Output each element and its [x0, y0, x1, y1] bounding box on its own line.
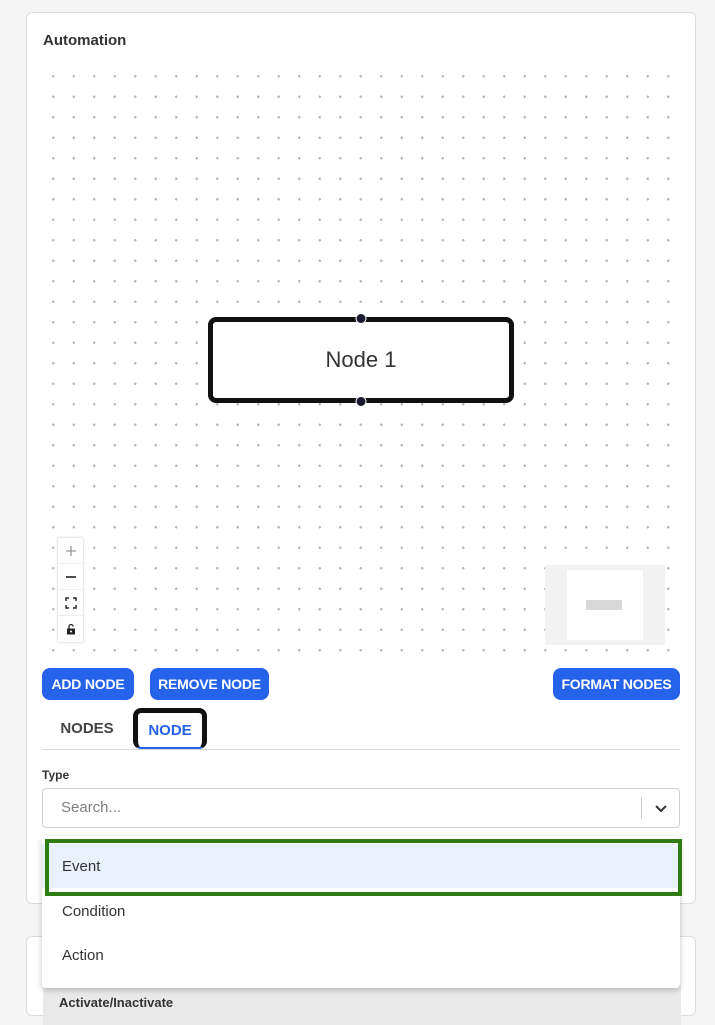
add-node-button[interactable]: ADD NODE [42, 668, 134, 700]
tab-nodes[interactable]: NODES [42, 708, 132, 749]
activation-label: Activate/Inactivate [59, 995, 174, 1010]
tab-node[interactable]: NODE [133, 708, 207, 749]
select-separator [641, 797, 642, 819]
option-event[interactable]: Event [42, 844, 680, 888]
zoom-out-button[interactable] [58, 564, 83, 590]
automation-card: Automation [26, 12, 696, 904]
flow-node[interactable]: Node 1 [208, 313, 514, 407]
fit-view-button[interactable] [58, 590, 83, 616]
node-handle-bottom[interactable] [355, 396, 367, 407]
plus-icon [65, 545, 76, 556]
type-search-placeholder[interactable]: Search... [61, 799, 121, 816]
interactivity-button[interactable] [58, 616, 83, 642]
minimap-node [586, 600, 622, 610]
chevron-down-icon[interactable] [653, 800, 669, 816]
lock-open-icon [66, 623, 75, 635]
type-dropdown-menu: Event Condition Action [42, 836, 680, 988]
card-title: Automation [43, 32, 127, 49]
minus-icon [65, 575, 76, 578]
node-handle-top[interactable] [355, 313, 367, 324]
node-label: Node 1 [325, 347, 397, 372]
zoom-in-button[interactable] [58, 538, 83, 564]
type-select[interactable]: Search... [42, 788, 680, 828]
option-action[interactable]: Action [42, 933, 680, 977]
minimap[interactable] [545, 565, 665, 645]
fit-view-icon [64, 596, 77, 609]
format-nodes-button[interactable]: FORMAT NODES [553, 668, 680, 700]
type-label: Type [42, 768, 70, 782]
canvas-controls [58, 538, 83, 642]
tab-bar: NODES NODE [42, 708, 680, 750]
remove-node-button[interactable]: REMOVE NODE [150, 668, 269, 700]
activation-section: Activate/Inactivate [43, 985, 681, 1025]
option-condition[interactable]: Condition [42, 889, 680, 933]
